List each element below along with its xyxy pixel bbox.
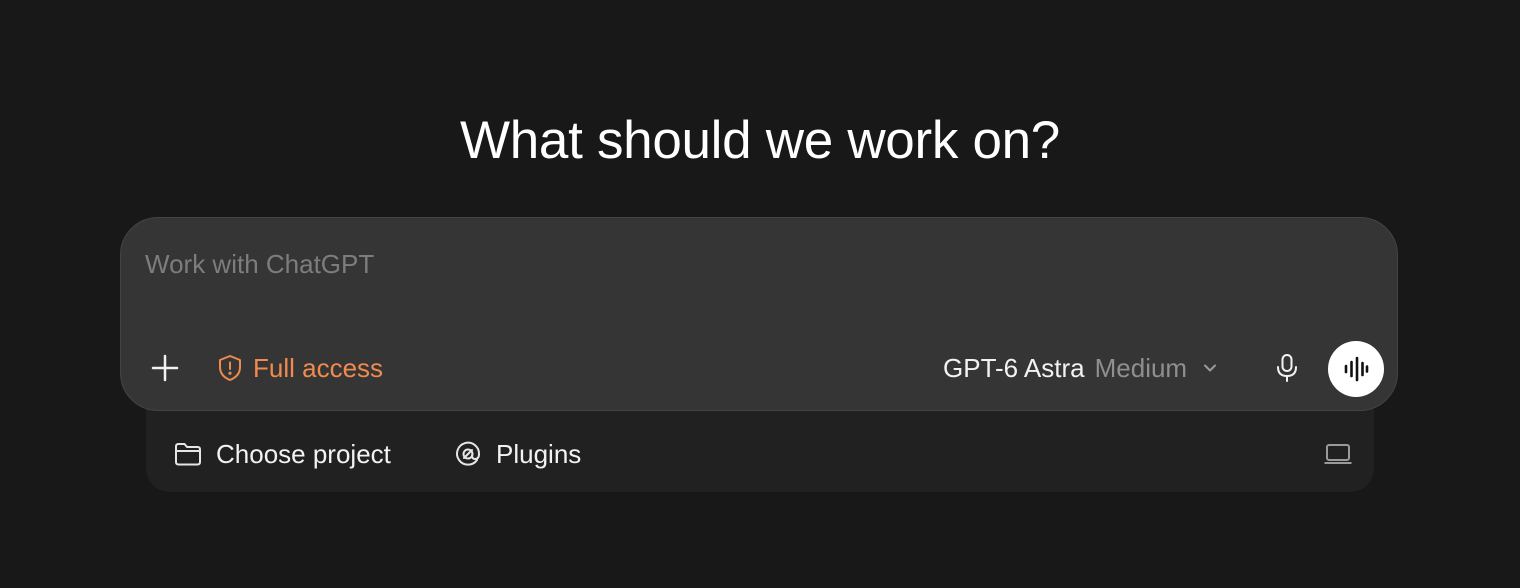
choose-project-button[interactable]: Choose project xyxy=(174,434,391,474)
plugins-button[interactable]: Plugins xyxy=(454,434,581,474)
full-access-button[interactable]: Full access xyxy=(217,348,383,388)
page: What should we work on? Choose project P… xyxy=(0,0,1520,588)
full-access-label: Full access xyxy=(253,352,384,383)
laptop-icon xyxy=(1323,442,1353,466)
composer: Full access GPT-6 Astra Medium xyxy=(120,217,1398,411)
plugins-icon xyxy=(454,440,482,468)
prompt-input[interactable] xyxy=(145,244,1245,284)
shield-alert-icon xyxy=(217,354,243,382)
add-attachment-button[interactable] xyxy=(145,348,185,388)
chevron-down-icon xyxy=(1203,363,1217,373)
choose-project-label: Choose project xyxy=(216,438,391,469)
dictation-button[interactable] xyxy=(1267,348,1307,388)
page-title: What should we work on? xyxy=(460,111,1060,170)
voice-mode-button[interactable] xyxy=(1328,341,1384,397)
device-button[interactable] xyxy=(1322,438,1354,470)
model-name: GPT-6 Astra xyxy=(943,352,1085,383)
model-selector[interactable]: GPT-6 Astra Medium xyxy=(943,348,1217,388)
plugins-label: Plugins xyxy=(496,438,582,469)
folder-icon xyxy=(174,441,202,467)
model-variant: Medium xyxy=(1094,352,1188,383)
microphone-icon xyxy=(1275,353,1299,383)
plus-icon xyxy=(151,354,179,382)
voice-waveform-icon xyxy=(1342,355,1370,383)
